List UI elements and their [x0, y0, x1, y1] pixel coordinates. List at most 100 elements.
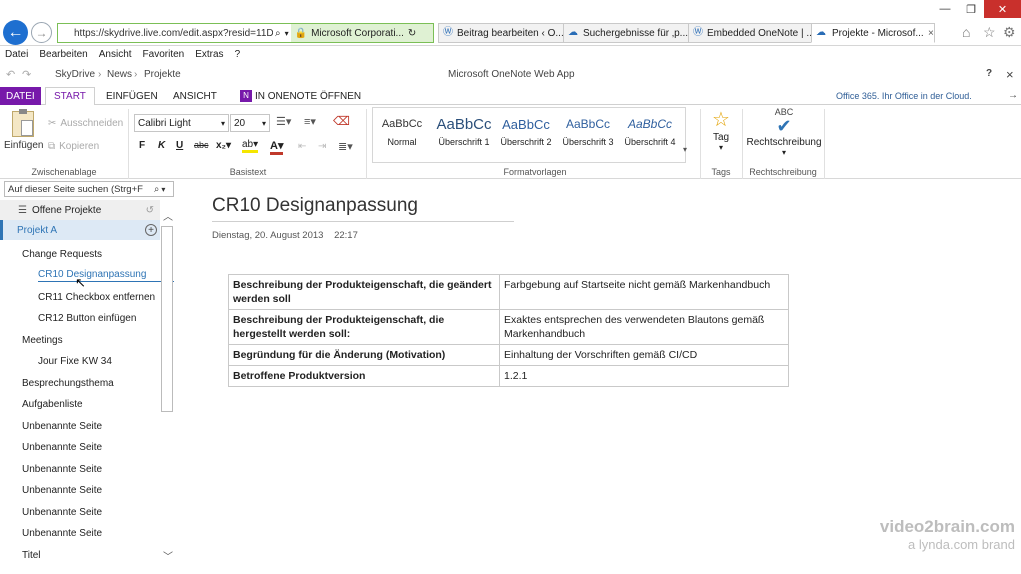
menu-item[interactable]: Bearbeiten — [39, 49, 87, 60]
add-page-icon[interactable]: + — [145, 224, 157, 236]
page-item[interactable]: Unbenannte Seite — [0, 481, 160, 501]
scroll-down-icon[interactable]: ﹀ — [163, 548, 173, 563]
style-normal[interactable]: AaBbCc Normal — [372, 111, 432, 159]
gallery-more-icon[interactable]: ▾ — [683, 145, 687, 154]
font-size-select[interactable]: 20 ▾ — [230, 114, 270, 132]
sync-icon[interactable]: ↺ — [146, 205, 154, 216]
refresh-icon[interactable]: ↻ — [408, 28, 416, 39]
style-heading3[interactable]: AaBbCc Überschrift 3 — [558, 111, 618, 159]
dropdown-icon[interactable]: ▾ — [283, 29, 291, 38]
office365-link[interactable]: Office 365. Ihr Office in der Cloud. — [836, 91, 972, 101]
underline-icon[interactable]: U — [176, 140, 183, 151]
redo-icon[interactable]: ↷ — [22, 68, 31, 81]
font-select[interactable]: Calibri Light ▾ — [134, 114, 229, 132]
subscript-icon[interactable]: x₂▾ — [216, 140, 231, 151]
font-color-icon[interactable]: A▾ — [270, 139, 284, 155]
table-cell-key[interactable]: Begründung für die Änderung (Motivation) — [228, 344, 500, 366]
outdent-icon[interactable]: ⇤ — [298, 141, 306, 152]
menu-item[interactable]: Datei — [5, 49, 28, 60]
italic-icon[interactable]: K — [158, 140, 165, 151]
page-search-input[interactable]: Auf dieser Seite suchen (Strg+F ⌕ ▾ — [4, 181, 174, 197]
restore-icon[interactable]: ❐ — [958, 0, 984, 18]
browser-tab[interactable]: Ⓦ Embedded OneNote | ... — [688, 23, 812, 43]
menu-item[interactable]: ? — [235, 49, 241, 60]
scrollbar-thumb[interactable] — [161, 226, 173, 412]
scroll-up-icon[interactable]: ︿ — [163, 208, 173, 223]
indent-icon[interactable]: ⇥ — [318, 141, 326, 152]
copy-button[interactable]: ⧉ Kopieren — [48, 141, 99, 152]
bullets-icon[interactable]: ☰▾ — [276, 115, 291, 128]
tag-button[interactable]: ☆ Tag ▾ — [704, 108, 738, 152]
page-item[interactable]: Jour Fixe KW 34 — [0, 352, 160, 372]
table-cell-value[interactable]: Einhaltung der Vorschriften gemäß CI/CD — [499, 344, 789, 366]
page-item[interactable]: Unbenannte Seite — [0, 459, 160, 479]
style-heading2[interactable]: AaBbCc Überschrift 2 — [496, 111, 556, 159]
breadcrumb-projekte[interactable]: Projekte — [144, 69, 181, 80]
table-cell-key[interactable]: Beschreibung der Produkteigenschaft, die… — [228, 309, 500, 345]
menu-item[interactable]: Ansicht — [99, 49, 132, 60]
page-item[interactable]: Unbenannte Seite — [0, 416, 160, 436]
favorites-star-icon[interactable]: ☆ — [983, 24, 996, 41]
page-item[interactable]: Titel — [0, 545, 160, 565]
back-button[interactable]: ← — [3, 20, 28, 45]
style-heading4[interactable]: AaBbCc Überschrift 4 — [620, 111, 680, 159]
page-title[interactable]: CR10 Designanpassung — [212, 195, 514, 222]
page-item[interactable]: Meetings — [0, 330, 160, 350]
bold-icon[interactable]: F — [139, 140, 145, 151]
notebook-open-projects[interactable]: ☰ Offene Projekte ↺ — [0, 200, 160, 220]
change-request-table[interactable]: Beschreibung der Produkteigenschaft, die… — [228, 274, 789, 387]
page-item[interactable]: Unbenannte Seite — [0, 502, 160, 522]
page-item[interactable]: Unbenannte Seite — [0, 438, 160, 458]
page-item[interactable]: Besprechungsthema — [0, 373, 160, 393]
table-cell-value[interactable]: 1.2.1 — [499, 365, 789, 387]
page-item[interactable]: Unbenannte Seite — [0, 524, 160, 544]
search-icon[interactable]: ⌕ — [273, 28, 283, 39]
style-heading1[interactable]: AaBbCc Überschrift 1 — [434, 111, 494, 159]
strikethrough-icon[interactable]: abc — [194, 140, 209, 150]
settings-gear-icon[interactable]: ⚙ — [1003, 24, 1016, 41]
certificate-badge[interactable]: 🔒 Microsoft Corporati... ↻ — [290, 24, 433, 42]
spelling-button[interactable]: ABC ✔ Rechtschreibung ▾ — [746, 107, 822, 157]
tab-in-onenote-oeffnen[interactable]: N IN ONENOTE ÖFFNEN — [232, 87, 369, 105]
arrow-right-icon[interactable]: → — [1008, 90, 1018, 101]
page-item[interactable]: Aufgabenliste — [0, 395, 160, 415]
numbering-icon[interactable]: ≡▾ — [304, 115, 316, 128]
table-cell-key[interactable]: Betroffene Produktversion — [228, 365, 500, 387]
minimize-icon[interactable]: — — [932, 0, 958, 18]
highlight-icon[interactable]: ab▾ — [242, 139, 259, 153]
close-tab-icon[interactable]: × — [928, 28, 934, 39]
cut-button[interactable]: ✂ Ausschneiden — [48, 118, 123, 129]
menu-item[interactable]: Extras — [195, 49, 223, 60]
browser-tab-active[interactable]: ☁ Projekte - Microsof... × — [811, 23, 935, 43]
table-cell-value[interactable]: Exaktes entsprechen des verwendeten Blau… — [499, 309, 789, 345]
paste-button[interactable]: Einfügen — [4, 109, 43, 151]
browser-tab[interactable]: ☁ Suchergebnisse für ‚p... — [563, 23, 689, 43]
table-cell-value[interactable]: Farbgebung auf Startseite nicht gemäß Ma… — [499, 274, 789, 310]
page-item[interactable]: CR12 Button einfügen — [0, 309, 160, 329]
url-text[interactable]: https://skydrive.live.com/edit.aspx?resi… — [58, 28, 273, 39]
breadcrumb-news[interactable]: News — [107, 69, 132, 80]
forward-button[interactable]: → — [31, 22, 52, 43]
address-bar[interactable]: https://skydrive.live.com/edit.aspx?resi… — [57, 23, 434, 43]
chevron-down-icon[interactable]: ▾ — [161, 185, 165, 194]
close-window-icon[interactable]: ✕ — [984, 0, 1021, 18]
tab-datei[interactable]: DATEI — [0, 87, 41, 105]
menu-item[interactable]: Favoriten — [143, 49, 185, 60]
style-label: Normal — [387, 137, 417, 147]
home-icon[interactable]: ⌂ — [962, 24, 970, 40]
tab-start[interactable]: START — [45, 87, 95, 106]
table-cell-key[interactable]: Beschreibung der Produkteigenschaft, die… — [228, 274, 500, 310]
nav-scrollbar[interactable]: ︿ ﹀ — [160, 204, 175, 574]
tab-einfuegen[interactable]: EINFÜGEN — [98, 87, 166, 105]
browser-tab[interactable]: Ⓦ Beitrag bearbeiten ‹ O... — [438, 23, 564, 43]
help-button[interactable]: ? — [986, 68, 992, 79]
tab-ansicht[interactable]: ANSICHT — [165, 87, 225, 105]
app-close-button[interactable]: × — [1006, 67, 1014, 82]
search-icon[interactable]: ⌕ — [154, 184, 159, 195]
align-icon[interactable]: ≣▾ — [338, 140, 353, 153]
breadcrumb-skydrive[interactable]: SkyDrive — [55, 69, 95, 80]
undo-icon[interactable]: ↶ — [6, 68, 15, 81]
clear-formatting-icon[interactable]: ⌫ — [333, 114, 350, 128]
page-item[interactable]: Change Requests — [0, 244, 160, 264]
section-projekt-a[interactable]: Projekt A + — [0, 220, 160, 240]
